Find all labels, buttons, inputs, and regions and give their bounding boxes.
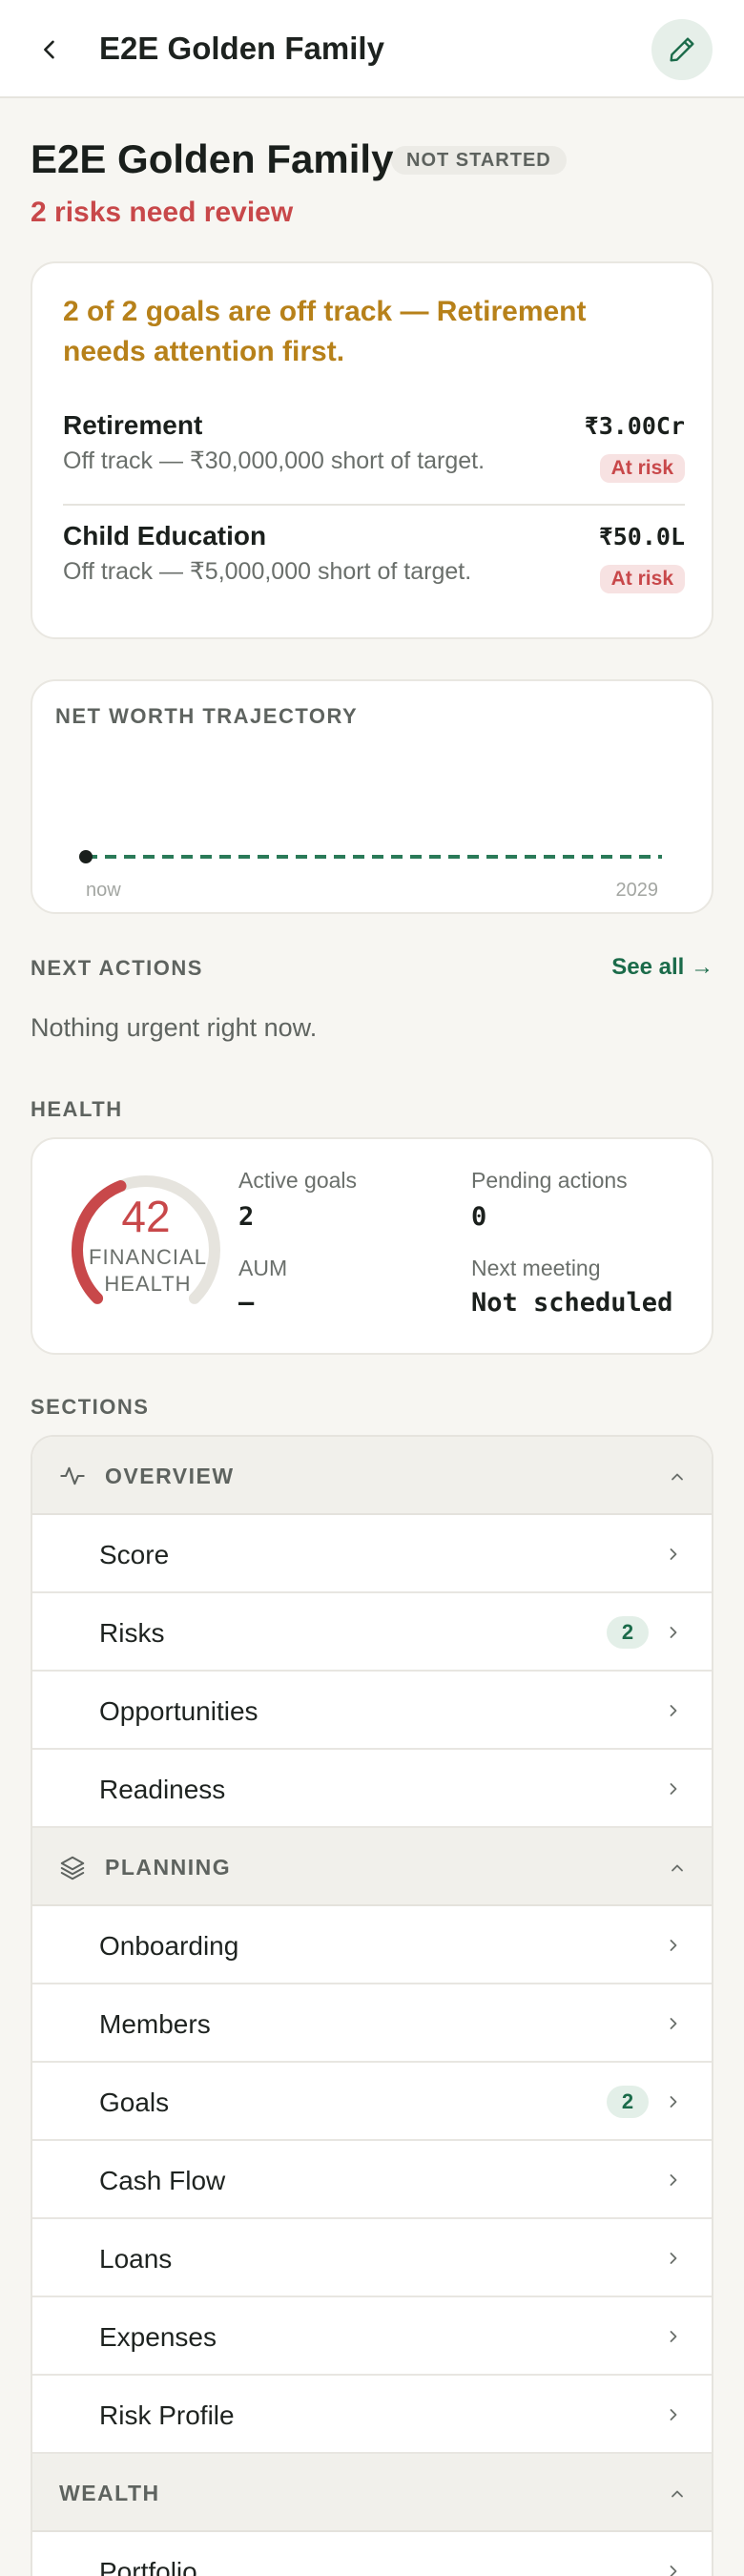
- chevron-left-icon: [44, 40, 54, 59]
- chevron-right-icon: [670, 2096, 677, 2108]
- section-item-label: Goals: [99, 2088, 170, 2117]
- metric-value-aum: —: [238, 1288, 255, 1318]
- chevron-right-icon: [670, 1940, 677, 1951]
- section-item-label: Risk Profile: [99, 2400, 235, 2430]
- section-item-loans[interactable]: Loans: [32, 2219, 712, 2297]
- goal-name: Retirement: [63, 410, 203, 440]
- section-item-goals[interactable]: Goals 2: [32, 2063, 712, 2141]
- chevron-right-icon: [670, 2018, 677, 2029]
- sections-list: OVERVIEW Score Risks 2 Opportunities Rea…: [31, 1435, 713, 2576]
- metric-label-aum: AUM: [238, 1256, 288, 1280]
- status-badge: NOT STARTED: [391, 146, 567, 175]
- section-item-cash-flow[interactable]: Cash Flow: [32, 2141, 712, 2219]
- layers-icon: [60, 1856, 85, 1880]
- section-item-label: Onboarding: [99, 1931, 239, 1961]
- metric-value-pending-actions: 0: [471, 1202, 487, 1232]
- goal-detail: Off track — ₹30,000,000 short of target.: [63, 447, 486, 474]
- chevron-right-icon: [670, 2253, 677, 2264]
- axis-end-label: 2029: [615, 880, 659, 901]
- section-item-expenses[interactable]: Expenses: [32, 2297, 712, 2376]
- section-item-label: Cash Flow: [99, 2166, 226, 2195]
- at-risk-badge: At risk: [599, 454, 685, 483]
- section-item-label: Loans: [99, 2244, 173, 2274]
- chevron-up-icon: [672, 1473, 683, 1481]
- pencil-icon: [670, 37, 694, 62]
- metric-value-active-goals: 2: [238, 1202, 255, 1232]
- chevron-right-icon: [670, 1783, 677, 1795]
- net-worth-chart: [79, 850, 662, 863]
- count-badge: 2: [607, 1616, 649, 1649]
- group-header-planning[interactable]: PLANNING: [32, 1828, 712, 1906]
- page-title: E2E Golden Family: [99, 31, 384, 66]
- metric-label-pending-actions: Pending actions: [471, 1168, 628, 1193]
- chevron-up-icon: [672, 1864, 683, 1872]
- section-item-risks[interactable]: Risks 2: [32, 1593, 712, 1672]
- chevron-right-icon: [670, 1627, 677, 1638]
- section-item-risk-profile[interactable]: Risk Profile: [32, 2376, 712, 2454]
- next-actions-empty: Nothing urgent right now.: [31, 1013, 318, 1042]
- section-item-label: Portfolio: [99, 2557, 197, 2576]
- health-score-label: FINANCIAL HEALTH: [89, 1245, 207, 1296]
- goals-headline: 2 of 2 goals are off track — Retirement …: [63, 296, 587, 367]
- risk-summary: 2 risks need review: [31, 197, 294, 228]
- net-worth-card: NET WORTH TRAJECTORY now 2029: [31, 679, 713, 914]
- chevron-right-icon: [670, 1705, 677, 1716]
- health-score: 42: [121, 1192, 171, 1241]
- goal-detail: Off track — ₹5,000,000 short of target.: [63, 558, 472, 585]
- section-item-label: Readiness: [99, 1775, 226, 1804]
- chevron-right-icon: [670, 2566, 677, 2576]
- health-card: 42 FINANCIAL HEALTH Active goals 2 Pendi…: [31, 1137, 713, 1355]
- section-item-readiness[interactable]: Readiness: [32, 1750, 712, 1828]
- activity-icon: [60, 1466, 85, 1485]
- back-button[interactable]: [29, 29, 71, 71]
- metric-value-next-meeting: Not scheduled: [471, 1288, 673, 1318]
- chevron-right-icon: [670, 2174, 677, 2186]
- group-label: PLANNING: [105, 1855, 232, 1880]
- section-item-opportunities[interactable]: Opportunities: [32, 1672, 712, 1750]
- start-point: [79, 850, 93, 863]
- top-bar: E2E Golden Family: [0, 0, 744, 98]
- section-item-members[interactable]: Members: [32, 1984, 712, 2063]
- goal-name: Child Education: [63, 521, 267, 551]
- next-actions-title: NEXT ACTIONS: [31, 956, 203, 980]
- section-item-score[interactable]: Score: [32, 1515, 712, 1593]
- section-item-portfolio[interactable]: Portfolio: [32, 2532, 712, 2576]
- section-item-label: Expenses: [99, 2322, 217, 2352]
- section-item-label: Members: [99, 2009, 211, 2039]
- goal-row-child-education[interactable]: Child Education Off track — ₹5,000,000 s…: [63, 521, 685, 616]
- goal-amount: ₹3.00Cr: [584, 412, 685, 440]
- section-item-onboarding[interactable]: Onboarding: [32, 1906, 712, 1984]
- count-badge: 2: [607, 2086, 649, 2118]
- axis-start-label: now: [86, 880, 121, 901]
- metric-label-active-goals: Active goals: [238, 1168, 358, 1193]
- see-all-link[interactable]: See all →: [611, 954, 713, 981]
- metric-label-next-meeting: Next meeting: [471, 1256, 601, 1280]
- chevron-right-icon: [670, 2331, 677, 2342]
- chevron-right-icon: [670, 2409, 677, 2420]
- section-item-label: Risks: [99, 1618, 165, 1648]
- health-title: HEALTH: [31, 1097, 123, 1121]
- goal-amount: ₹50.0L: [598, 523, 685, 551]
- section-item-label: Opportunities: [99, 1696, 258, 1726]
- sections-title: SECTIONS: [31, 1395, 150, 1419]
- divider: [63, 504, 685, 506]
- chevron-up-icon: [672, 2490, 683, 2498]
- group-label: OVERVIEW: [105, 1464, 235, 1488]
- group-label: WEALTH: [59, 2481, 160, 2505]
- at-risk-badge: At risk: [599, 565, 685, 593]
- goal-row-retirement[interactable]: Retirement Off track — ₹30,000,000 short…: [63, 410, 685, 506]
- section-item-label: Score: [99, 1540, 170, 1569]
- group-header-wealth[interactable]: WEALTH: [32, 2454, 712, 2532]
- edit-button[interactable]: [651, 19, 713, 80]
- goals-summary-card: 2 of 2 goals are off track — Retirement …: [31, 261, 713, 639]
- group-header-overview[interactable]: OVERVIEW: [32, 1437, 712, 1515]
- client-name: E2E Golden Family: [31, 136, 394, 181]
- chevron-right-icon: [670, 1548, 677, 1560]
